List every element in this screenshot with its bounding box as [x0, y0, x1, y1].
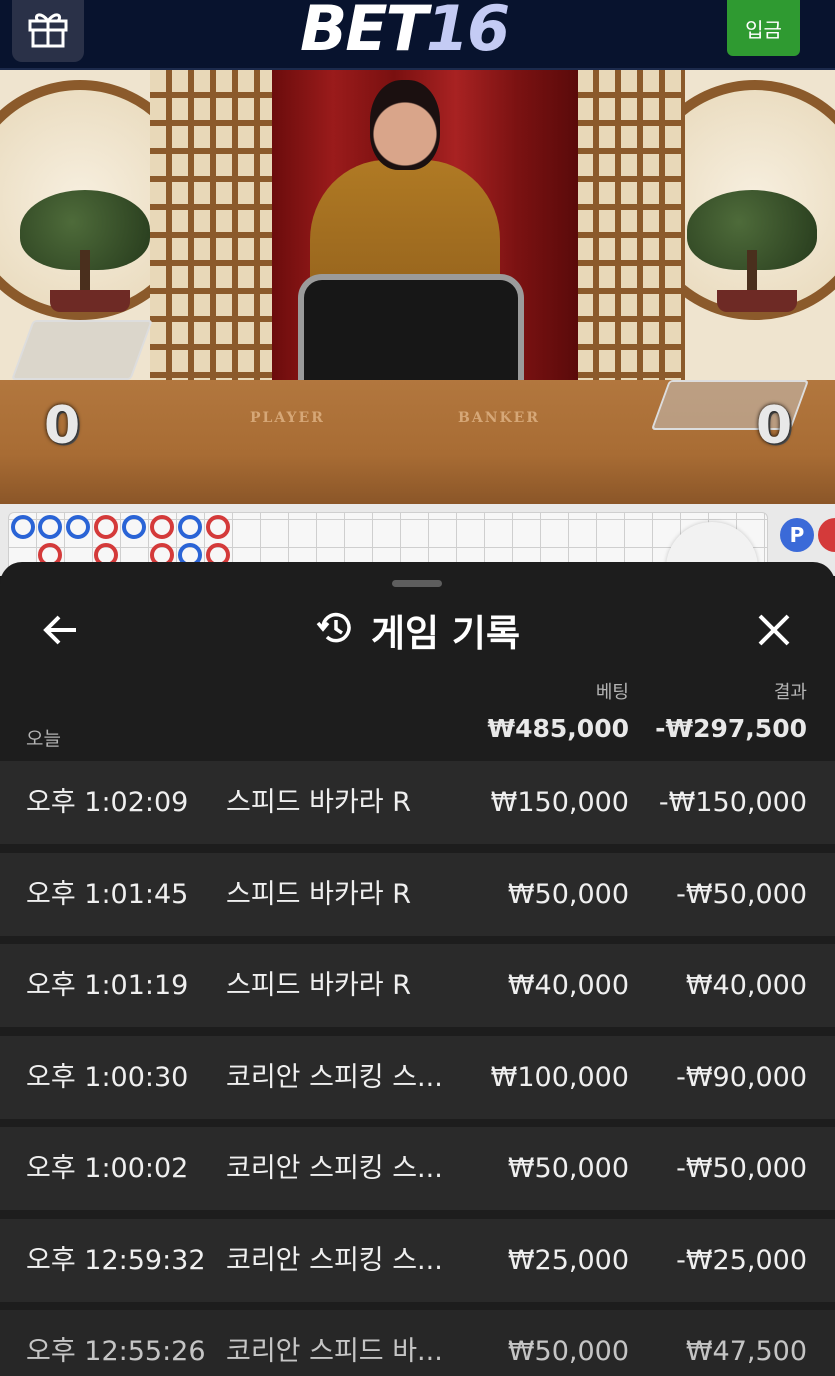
- row-result: -₩25,000: [676, 1244, 807, 1276]
- row-time: 오후 1:00:30: [26, 1061, 189, 1093]
- bead-player: [66, 515, 90, 539]
- lattice-left: [150, 70, 280, 400]
- row-result: -₩50,000: [676, 878, 807, 910]
- row-result: -₩90,000: [676, 1061, 807, 1093]
- player-area-label: PLAYER: [250, 410, 325, 426]
- row-result: ₩47,500: [685, 1336, 807, 1367]
- row-time: 오후 12:59:32: [26, 1244, 206, 1276]
- bead-player: [122, 515, 146, 539]
- history-row[interactable]: 오후 12:55:26 코리안 스피드 바... ₩50,000 ₩47,500: [0, 1310, 835, 1376]
- bead-player: [178, 515, 202, 539]
- player-prediction-badge[interactable]: P: [780, 518, 814, 552]
- row-game: 스피드 바카라 R: [226, 878, 411, 910]
- history-row[interactable]: 오후 1:01:19 스피드 바카라 R ₩40,000 ₩40,000: [0, 944, 835, 1027]
- game-history-sheet: 게임 기록 베팅 결과 오늘 ₩485,000 -₩297,500 오후 1:0…: [0, 562, 835, 1376]
- row-time: 오후 1:01:45: [26, 878, 189, 910]
- deposit-button[interactable]: 입금: [727, 0, 800, 56]
- row-game: 코리안 스피킹 스...: [226, 1061, 443, 1093]
- row-result: -₩50,000: [676, 1153, 807, 1184]
- close-icon: [757, 613, 791, 651]
- row-game: 코리안 스피킹 스...: [226, 1244, 443, 1276]
- card-tray-left: [11, 320, 153, 380]
- top-bar: BET16 입금: [0, 0, 835, 70]
- bead-banker: [94, 515, 118, 539]
- bead-banker: [206, 515, 230, 539]
- history-icon: [315, 608, 355, 652]
- row-time: 오후 1:01:19: [26, 970, 189, 1001]
- back-button[interactable]: [38, 610, 82, 654]
- brand-logo[interactable]: BET16: [300, 0, 510, 62]
- gift-button[interactable]: [12, 0, 84, 62]
- history-row[interactable]: 오후 1:02:09 스피드 바카라 R ₩150,000 -₩150,000: [0, 761, 835, 844]
- row-time: 오후 1:02:09: [26, 787, 189, 818]
- banker-score: 0: [756, 396, 793, 456]
- dealer-chair: [298, 274, 524, 394]
- banker-area-label: BANKER: [458, 410, 540, 426]
- close-button[interactable]: [752, 610, 796, 654]
- row-time: 오후 1:00:02: [26, 1153, 189, 1184]
- row-game: 코리안 스피킹 스...: [226, 1153, 443, 1184]
- bead-player: [38, 515, 62, 539]
- row-game: 코리안 스피드 바...: [226, 1336, 443, 1367]
- live-video[interactable]: PLAYER BANKER 0 0: [0, 70, 835, 504]
- total-bet: ₩485,000: [487, 714, 629, 743]
- row-time: 오후 12:55:26: [26, 1336, 206, 1367]
- row-bet: ₩50,000: [507, 1336, 629, 1367]
- row-bet: ₩150,000: [490, 787, 629, 818]
- bonsai-right: [677, 190, 827, 312]
- history-list: 오후 1:02:09 스피드 바카라 R ₩150,000 -₩150,000 …: [0, 761, 835, 1376]
- history-row[interactable]: 오후 1:00:02 코리안 스피킹 스... ₩50,000 -₩50,000: [0, 1127, 835, 1210]
- row-game: 스피드 바카라 R: [226, 970, 411, 1001]
- player-score: 0: [44, 396, 81, 456]
- row-bet: ₩50,000: [507, 878, 629, 910]
- sheet-title: 게임 기록: [370, 612, 521, 655]
- gift-icon: [27, 9, 69, 53]
- history-row[interactable]: 오후 1:01:45 스피드 바카라 R ₩50,000 -₩50,000: [0, 852, 835, 936]
- arrow-left-icon: [42, 615, 78, 649]
- result-column-header: 결과: [773, 682, 807, 703]
- history-row[interactable]: 오후 12:59:32 코리안 스피킹 스... ₩25,000 -₩25,00…: [0, 1218, 835, 1302]
- history-row[interactable]: 오후 1:00:30 코리안 스피킹 스... ₩100,000 -₩90,00…: [0, 1035, 835, 1119]
- row-result: -₩150,000: [658, 787, 807, 818]
- banker-prediction-badge[interactable]: [818, 518, 835, 552]
- total-result: -₩297,500: [655, 714, 807, 743]
- row-bet: ₩25,000: [507, 1244, 629, 1276]
- row-game: 스피드 바카라 R: [226, 787, 411, 818]
- date-group-label: 오늘: [26, 728, 61, 750]
- bonsai-left: [10, 190, 160, 312]
- sheet-drag-handle[interactable]: [392, 580, 442, 587]
- bead-banker: [150, 515, 174, 539]
- row-bet: ₩40,000: [507, 970, 629, 1001]
- row-result: ₩40,000: [685, 970, 807, 1001]
- sheet-header: 게임 기록: [0, 602, 835, 658]
- row-bet: ₩50,000: [507, 1153, 629, 1184]
- bead-player: [11, 515, 35, 539]
- bet-column-header: 베팅: [595, 682, 629, 703]
- row-bet: ₩100,000: [490, 1061, 629, 1093]
